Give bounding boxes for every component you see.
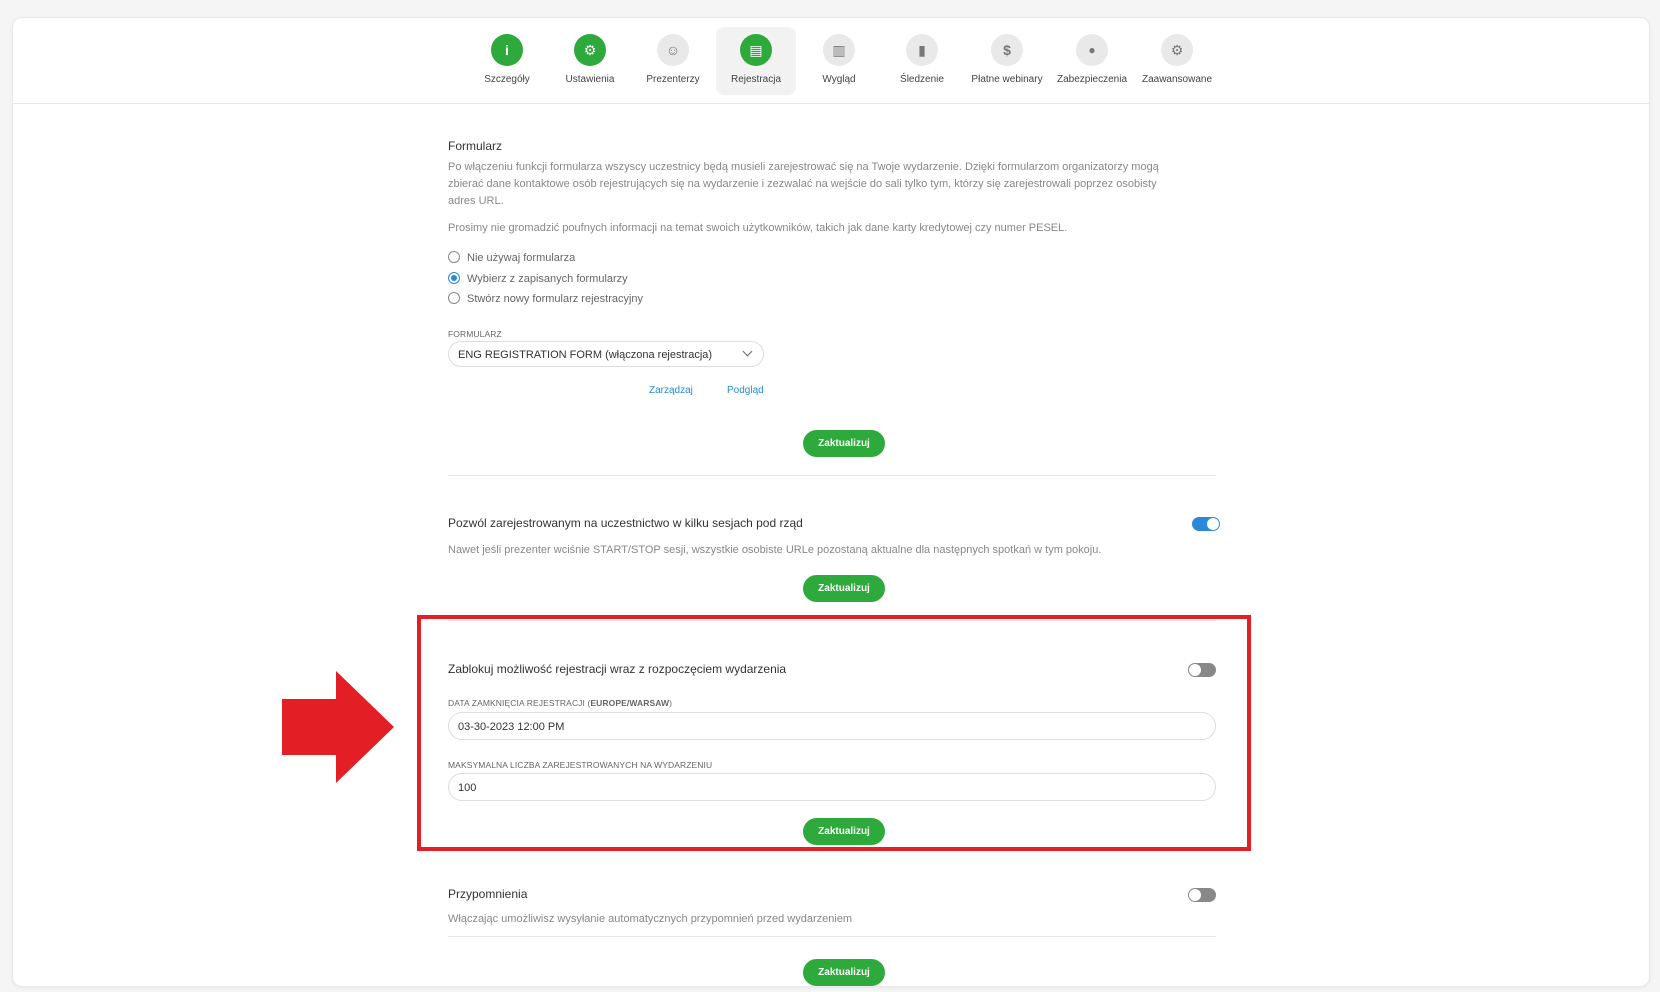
radio-button[interactable] — [448, 292, 460, 304]
form-section-description: Po włączeniu funkcji formularza wszyscy … — [448, 161, 1159, 207]
preview-link[interactable]: Podgląd — [727, 385, 764, 396]
registration-form-icon: ▤ — [740, 34, 772, 66]
update-button-form[interactable]: Zaktualizuj — [803, 430, 885, 457]
form-select[interactable]: ENG REGISTRATION FORM (włączona rejestra… — [448, 341, 764, 367]
dollar-icon: $ — [991, 34, 1023, 66]
manage-link[interactable]: Zarządzaj — [649, 385, 693, 396]
settings-tab-bar: i Szczegóły ⚙ Ustawienia ☺ Prezenterzy ▤… — [13, 18, 1649, 104]
radio-label: Wybierz z zapisanych formularzy — [467, 273, 628, 285]
radio-label: Stwórz nowy formularz rejestracyjny — [467, 293, 644, 305]
radio-option-no-form[interactable]: Nie używaj formularza — [448, 251, 575, 264]
tab-label: Zaawansowane — [1141, 74, 1213, 85]
tab-label: Prezenterzy — [646, 74, 700, 85]
tab-label: Płatne webinary — [971, 74, 1043, 85]
radio-label: Nie używaj formularza — [467, 252, 576, 264]
multi-session-title: Pozwól zarejestrowanym na uczestnictwo w… — [448, 516, 803, 530]
radio-option-saved-forms[interactable]: Wybierz z zapisanych formularzy — [448, 272, 628, 285]
tab-label: Ustawienia — [565, 74, 615, 85]
lock-icon: ● — [1076, 34, 1108, 66]
update-button-reminders[interactable]: Zaktualizuj — [803, 959, 885, 986]
toggle-knob — [1207, 518, 1219, 530]
reminders-title: Przypomnienia — [448, 887, 528, 901]
multi-session-toggle[interactable] — [1192, 517, 1220, 531]
reminders-description: Włączając umożliwisz wysyłanie automatyc… — [448, 913, 853, 925]
tab-label: Śledzenie — [900, 74, 944, 85]
red-arrow-icon — [282, 671, 394, 783]
chart-icon: ▮ — [906, 34, 938, 66]
radio-button[interactable] — [448, 251, 460, 263]
presenter-face-icon: ☺ — [657, 34, 689, 66]
tab-label: Rejestracja — [730, 74, 782, 85]
highlight-box — [417, 615, 1251, 851]
divider — [448, 936, 1216, 937]
layout-icon: ▥ — [823, 34, 855, 66]
tab-rejestracja[interactable]: ▤ Rejestracja — [716, 27, 796, 95]
tab-platne-webinary[interactable]: $ Płatne webinary — [967, 27, 1047, 95]
tab-prezenterzy[interactable]: ☺ Prezenterzy — [633, 27, 713, 95]
tab-label: Wygląd — [822, 74, 856, 85]
info-icon: i — [491, 34, 523, 66]
toggle-knob — [1189, 889, 1201, 901]
tab-label: Zabezpieczenia — [1056, 74, 1128, 85]
form-select-label: FORMULARZ — [448, 329, 502, 339]
tab-sledzenie[interactable]: ▮ Śledzenie — [882, 27, 962, 95]
radio-button-selected[interactable] — [448, 272, 460, 284]
advanced-settings-icon: ⚙ — [1161, 34, 1193, 66]
chevron-down-icon — [742, 346, 753, 357]
tab-ustawienia[interactable]: ⚙ Ustawienia — [550, 27, 630, 95]
form-section-title: Formularz — [448, 139, 503, 153]
divider — [448, 475, 1216, 476]
form-select-value: ENG REGISTRATION FORM (włączona rejestra… — [458, 349, 713, 361]
radio-option-new-form[interactable]: Stwórz nowy formularz rejestracyjny — [448, 292, 643, 305]
update-button-multi-session[interactable]: Zaktualizuj — [803, 575, 885, 602]
tab-zabezpieczenia[interactable]: ● Zabezpieczenia — [1052, 27, 1132, 95]
reminders-toggle[interactable] — [1188, 888, 1216, 902]
gear-icon: ⚙ — [574, 34, 606, 66]
tab-wyglad[interactable]: ▥ Wygląd — [799, 27, 879, 95]
tab-label: Szczegóły — [484, 74, 530, 85]
tab-szczegoly[interactable]: i Szczegóły — [467, 27, 547, 95]
tab-zaawansowane[interactable]: ⚙ Zaawansowane — [1137, 27, 1217, 95]
form-section-notice: Prosimy nie gromadzić poufnych informacj… — [448, 222, 1068, 234]
multi-session-description: Nawet jeśli prezenter wciśnie START/STOP… — [448, 544, 1102, 556]
